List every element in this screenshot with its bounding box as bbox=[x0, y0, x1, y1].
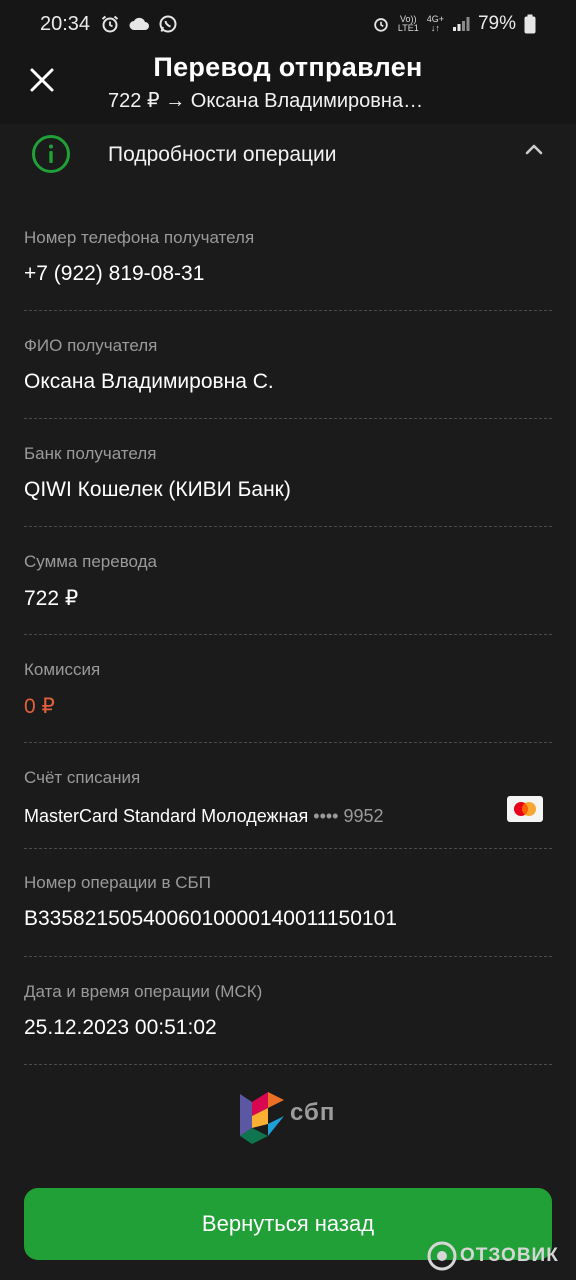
detail-row-debit-account: Счёт списания MasterCard Standard Молоде… bbox=[24, 768, 552, 849]
status-bar: 20:34 Vo)) LTE1 4G+ ↓↑ 79% bbox=[0, 0, 576, 48]
page-title: Перевод отправлен bbox=[153, 52, 423, 82]
sbp-operation-number-value: B3358215054006010000140011150101 bbox=[24, 907, 397, 930]
page-subtitle: 722 ₽ → Оксана Владимировна… bbox=[108, 90, 424, 112]
detail-row-recipient-name: ФИО получателя Оксана Владимировна С. bbox=[24, 336, 552, 419]
recipient-bank-label: Банк получателя bbox=[24, 444, 157, 463]
operation-details-toggle[interactable]: Подробности операции bbox=[0, 124, 576, 188]
card-mask: •••• 9952 bbox=[313, 806, 384, 826]
battery-percent: 79% bbox=[477, 13, 516, 34]
alarm-icon bbox=[374, 18, 388, 32]
commission-value: 0 ₽ bbox=[24, 695, 55, 718]
signal-icon bbox=[452, 17, 470, 31]
recipient-name-label: ФИО получателя bbox=[24, 336, 158, 355]
card-name: MasterCard Standard Молодежная bbox=[24, 806, 309, 826]
recipient-phone-label: Номер телефона получателя bbox=[24, 228, 255, 247]
info-icon bbox=[32, 135, 70, 173]
volte-indicator: Vo)) LTE1 bbox=[397, 14, 419, 33]
recipient-name-value: Оксана Владимировна С. bbox=[24, 370, 274, 393]
network-type-indicator: 4G+ ↓↑ bbox=[426, 14, 444, 33]
chevron-up-icon[interactable] bbox=[522, 138, 546, 162]
section-title: Подробности операции bbox=[108, 143, 337, 166]
detail-row-commission: Комиссия 0 ₽ bbox=[24, 660, 552, 743]
battery-icon bbox=[524, 14, 536, 34]
debit-account-label: Счёт списания bbox=[24, 768, 141, 787]
transfer-amount-label: Сумма перевода bbox=[24, 552, 158, 571]
status-time: 20:34 bbox=[40, 13, 91, 35]
alarm-icon bbox=[101, 15, 119, 33]
sbp-operation-number-label: Номер операции в СБП bbox=[24, 873, 211, 892]
recipient-phone-value: +7 (922) 819-08-31 bbox=[24, 262, 205, 285]
cloud-icon bbox=[129, 17, 149, 30]
commission-label: Комиссия bbox=[24, 660, 101, 679]
whatsapp-icon bbox=[159, 15, 177, 33]
watermark-text: ОТЗОВИК bbox=[460, 1245, 559, 1266]
mastercard-icon bbox=[507, 796, 543, 822]
detail-row-sbp-operation-number: Номер операции в СБП B335821505400601000… bbox=[24, 873, 552, 957]
detail-row-transfer-amount: Сумма перевода 722 ₽ bbox=[24, 552, 552, 635]
recipient-bank-value: QIWI Кошелек (КИВИ Банк) bbox=[24, 478, 291, 501]
transfer-amount-value: 722 ₽ bbox=[24, 587, 79, 610]
screen-header: Перевод отправлен 722 ₽ → Оксана Владими… bbox=[0, 48, 576, 124]
detail-row-recipient-phone: Номер телефона получателя +7 (922) 819-0… bbox=[24, 228, 552, 311]
operation-datetime-value: 25.12.2023 00:51:02 bbox=[24, 1016, 217, 1039]
sbp-logo-text: сбп bbox=[290, 1099, 336, 1126]
operation-datetime-label: Дата и время операции (МСК) bbox=[24, 982, 263, 1001]
detail-row-operation-datetime: Дата и время операции (МСК) 25.12.2023 0… bbox=[24, 982, 552, 1065]
detail-row-recipient-bank: Банк получателя QIWI Кошелек (КИВИ Банк) bbox=[24, 444, 552, 527]
debit-account-value: MasterCard Standard Молодежная •••• 9952 bbox=[24, 806, 384, 827]
